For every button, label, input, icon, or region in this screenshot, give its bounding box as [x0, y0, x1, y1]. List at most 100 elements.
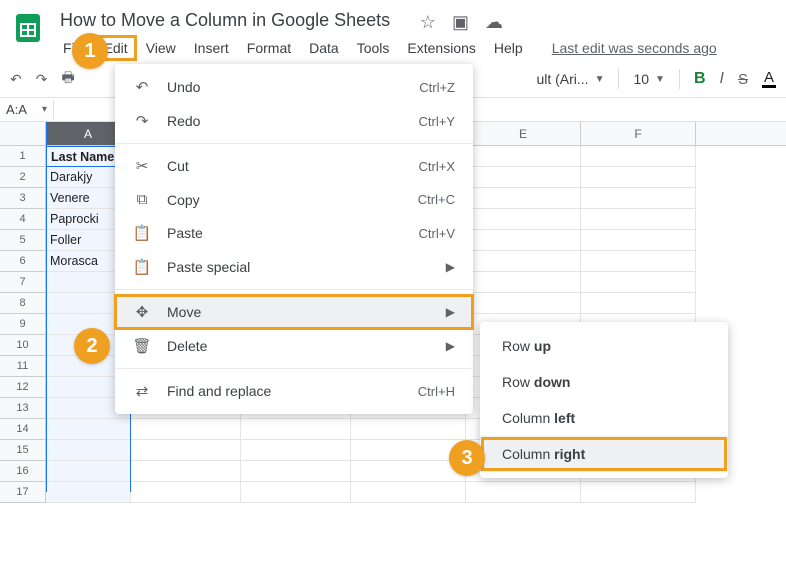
font-size-select[interactable]: 10 ▼ [633, 71, 664, 87]
name-box-value: A:A [6, 102, 27, 117]
edit-menu-dropdown: ↶ Undo Ctrl+Z ↷ Redo Ctrl+Y ✂ Cut Ctrl+X… [115, 64, 473, 414]
cell[interactable] [351, 419, 466, 440]
submenu-column-right[interactable]: Column right [480, 436, 728, 472]
sheets-logo-icon[interactable] [8, 8, 48, 48]
cell[interactable] [581, 482, 696, 503]
cell[interactable] [466, 167, 581, 188]
cell[interactable] [466, 293, 581, 314]
row-header[interactable]: 14 [0, 419, 46, 440]
cell[interactable] [581, 146, 696, 167]
chevron-down-icon: ▼ [595, 74, 605, 85]
menubar: File Edit View Insert Format Data Tools … [54, 35, 778, 61]
cell[interactable] [241, 440, 351, 461]
text-color-button[interactable]: A [762, 70, 776, 88]
cell[interactable] [581, 230, 696, 251]
star-icon[interactable]: ☆ [420, 12, 436, 33]
menu-extensions[interactable]: Extensions [398, 35, 484, 61]
menu-cut[interactable]: ✂ Cut Ctrl+X [115, 149, 473, 183]
row-header[interactable]: 1 [0, 146, 46, 167]
bold-button[interactable]: B [694, 70, 706, 88]
menu-delete[interactable]: 🗑 Delete ▶ [115, 329, 473, 363]
row-header[interactable]: 11 [0, 356, 46, 377]
move-icon: ✥ [133, 303, 151, 321]
menu-tools[interactable]: Tools [348, 35, 399, 61]
submenu-row-up[interactable]: Row up [480, 328, 728, 364]
row-header[interactable]: 16 [0, 461, 46, 482]
menu-undo[interactable]: ↶ Undo Ctrl+Z [115, 70, 473, 104]
row-header[interactable]: 2 [0, 167, 46, 188]
menu-data[interactable]: Data [300, 35, 348, 61]
cell[interactable] [46, 461, 131, 482]
menu-move[interactable]: ✥ Move ▶ [115, 295, 473, 329]
cell[interactable] [241, 461, 351, 482]
menu-paste-special[interactable]: 📋 Paste special ▶ [115, 250, 473, 284]
cell[interactable] [581, 209, 696, 230]
row-header[interactable]: 5 [0, 230, 46, 251]
cell[interactable] [581, 188, 696, 209]
italic-button[interactable]: I [720, 70, 724, 88]
cloud-status-icon[interactable]: ☁ [485, 12, 503, 33]
cell[interactable] [131, 461, 241, 482]
cell[interactable] [466, 482, 581, 503]
row-header[interactable]: 10 [0, 335, 46, 356]
cell[interactable] [466, 272, 581, 293]
cell[interactable] [581, 251, 696, 272]
cell[interactable] [466, 230, 581, 251]
cell[interactable] [466, 188, 581, 209]
menu-help[interactable]: Help [485, 35, 532, 61]
menu-paste[interactable]: 📋 Paste Ctrl+V [115, 216, 473, 250]
cell[interactable] [46, 419, 131, 440]
header: How to Move a Column in Google Sheets ☆ … [0, 0, 786, 61]
submenu-column-left[interactable]: Column left [480, 400, 728, 436]
strikethrough-button[interactable]: S [738, 71, 748, 88]
cell[interactable] [46, 440, 131, 461]
menu-find-replace[interactable]: ⇄ Find and replace Ctrl+H [115, 374, 473, 408]
select-all-corner[interactable] [0, 122, 46, 145]
document-title[interactable]: How to Move a Column in Google Sheets [54, 8, 396, 33]
cell[interactable] [46, 482, 131, 503]
cell[interactable] [581, 167, 696, 188]
submenu-arrow-icon: ▶ [446, 339, 455, 353]
row-header[interactable]: 6 [0, 251, 46, 272]
print-button[interactable]: 🖶 [61, 67, 74, 91]
column-header-e[interactable]: E [466, 122, 581, 145]
font-family-select[interactable]: ult (Ari... ▼ [536, 71, 604, 87]
row-header[interactable]: 15 [0, 440, 46, 461]
row-header[interactable]: 8 [0, 293, 46, 314]
menu-format[interactable]: Format [238, 35, 300, 61]
row-header[interactable]: 7 [0, 272, 46, 293]
name-box[interactable]: A:A ▾ [0, 100, 54, 119]
menu-copy[interactable]: ⧉ Copy Ctrl+C [115, 183, 473, 216]
cut-icon: ✂ [133, 157, 151, 175]
cell[interactable] [351, 482, 466, 503]
cell[interactable] [351, 461, 466, 482]
font-family-value: ult (Ari... [536, 71, 588, 87]
row-header[interactable]: 9 [0, 314, 46, 335]
row-header[interactable]: 12 [0, 377, 46, 398]
menu-redo[interactable]: ↷ Redo Ctrl+Y [115, 104, 473, 138]
cell[interactable] [581, 293, 696, 314]
menu-view[interactable]: View [137, 35, 185, 61]
cell[interactable] [131, 440, 241, 461]
move-to-folder-icon[interactable]: ▣ [452, 12, 469, 33]
row-header[interactable]: 13 [0, 398, 46, 419]
callout-badge-1: 1 [72, 33, 108, 69]
cell[interactable] [131, 482, 241, 503]
row-header[interactable]: 4 [0, 209, 46, 230]
redo-button[interactable]: ↷ [36, 71, 48, 88]
last-edit-link[interactable]: Last edit was seconds ago [552, 40, 717, 56]
row-header[interactable]: 17 [0, 482, 46, 503]
cell[interactable] [466, 251, 581, 272]
cell[interactable] [466, 146, 581, 167]
undo-button[interactable]: ↶ [10, 71, 22, 88]
cell[interactable] [241, 482, 351, 503]
cell[interactable] [241, 419, 351, 440]
cell[interactable] [466, 209, 581, 230]
undo-icon: ↶ [133, 78, 151, 96]
cell[interactable] [131, 419, 241, 440]
menu-insert[interactable]: Insert [185, 35, 238, 61]
column-header-f[interactable]: F [581, 122, 696, 145]
submenu-row-down[interactable]: Row down [480, 364, 728, 400]
cell[interactable] [581, 272, 696, 293]
row-header[interactable]: 3 [0, 188, 46, 209]
